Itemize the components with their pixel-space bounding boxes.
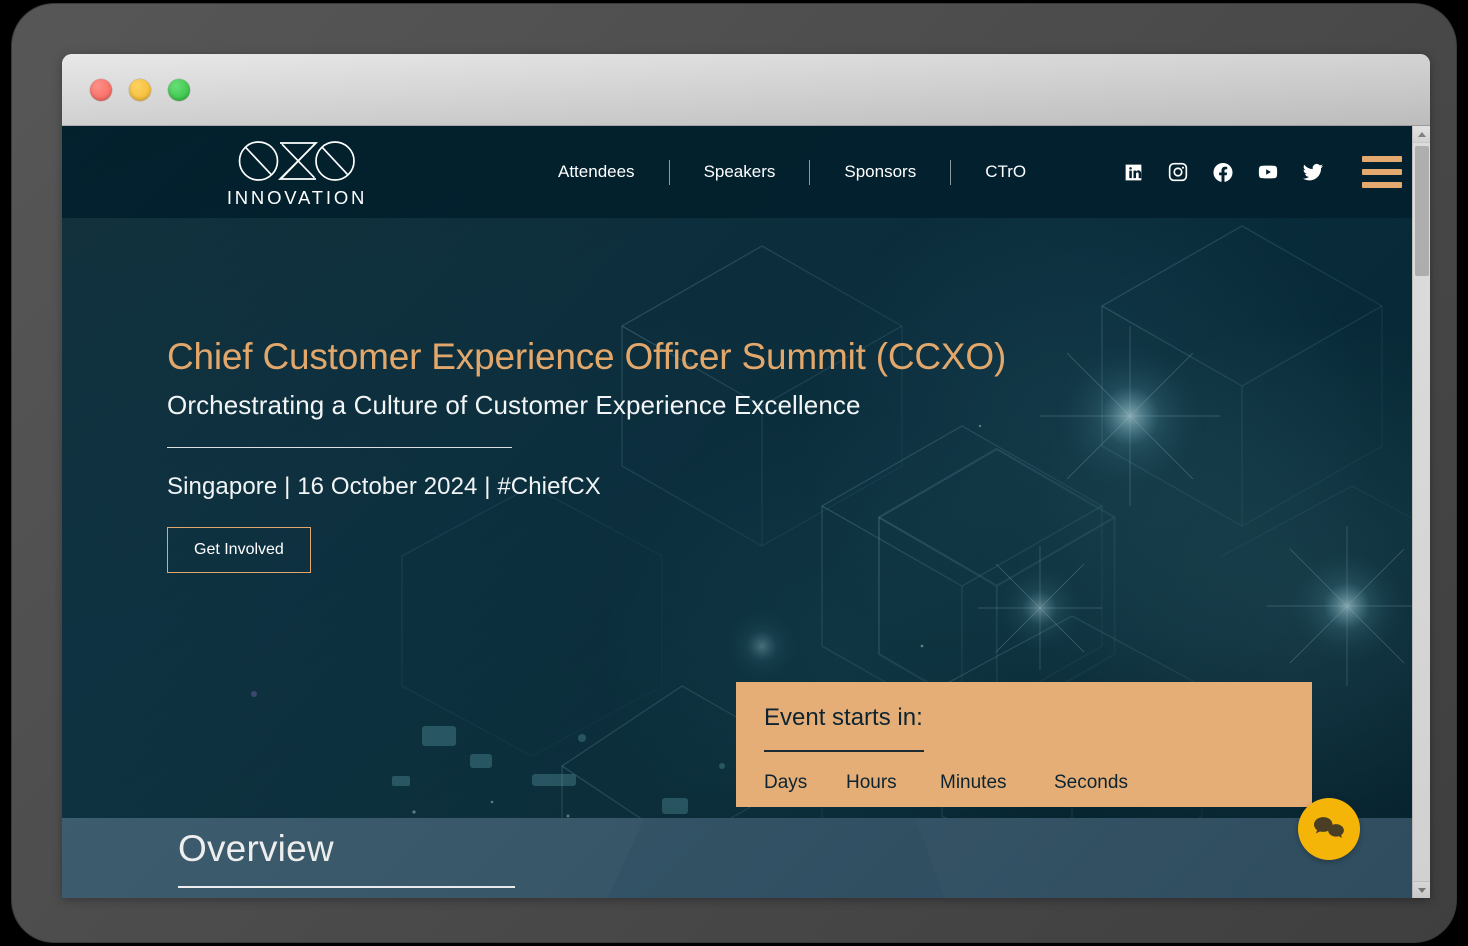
scroll-down-arrow[interactable] [1413,881,1430,898]
hero-event-details: Singapore | 16 October 2024 | #ChiefCX [167,472,601,500]
hamburger-bar [1362,169,1403,175]
browser-viewport: INNOVATION Attendees Speakers Sponsors C… [62,126,1430,898]
vertical-scrollbar[interactable] [1412,126,1430,898]
countdown-label-days: Days [764,771,808,793]
cxo-monogram-icon [238,140,355,181]
window-close-button[interactable] [90,78,112,101]
hero-content: Chief Customer Experience Officer Summit… [62,218,1412,573]
nav-item-attendees[interactable]: Attendees [524,162,669,182]
hero-title: Chief Customer Experience Officer Summit… [167,336,1007,377]
nav-item-ctro[interactable]: CTrO [951,162,1060,182]
chat-widget-button[interactable] [1298,798,1360,860]
countdown-label-hours: Hours [846,771,897,793]
overview-content: Overview [62,818,1412,888]
nav-item-sponsors[interactable]: Sponsors [810,162,950,182]
logo-wordmark: INNOVATION [226,186,368,208]
hamburger-bar [1362,156,1403,162]
countdown-divider [764,750,924,752]
main-navigation: Attendees Speakers Sponsors CTrO [524,159,1060,185]
site-header: INNOVATION Attendees Speakers Sponsors C… [62,126,1412,218]
linkedin-icon[interactable] [1122,161,1144,183]
hero-divider [167,446,512,448]
facebook-icon[interactable] [1212,161,1234,183]
window-zoom-button[interactable] [168,78,190,101]
countdown-panel: Event starts in: Days Hours Minutes Seco… [736,682,1312,807]
countdown-title: Event starts in: [764,704,923,731]
countdown-label-minutes: Minutes [940,771,1007,793]
overview-divider [178,886,515,888]
hamburger-bar [1362,182,1403,188]
twitter-icon[interactable] [1302,161,1324,183]
overview-title: Overview [178,828,334,869]
overview-section: Overview [62,818,1412,898]
device-bezel: INNOVATION Attendees Speakers Sponsors C… [12,4,1456,942]
scrollbar-thumb[interactable] [1415,146,1429,276]
browser-window: INNOVATION Attendees Speakers Sponsors C… [62,54,1430,898]
get-involved-button[interactable]: Get Involved [167,526,311,573]
browser-title-bar [62,54,1430,126]
hero-subtitle: Orchestrating a Culture of Customer Expe… [167,389,861,420]
page-content: INNOVATION Attendees Speakers Sponsors C… [62,126,1412,898]
hamburger-menu-icon[interactable] [1362,156,1403,188]
youtube-icon[interactable] [1257,161,1279,183]
social-links [1122,161,1324,183]
hero-section: INNOVATION Attendees Speakers Sponsors C… [62,126,1412,818]
chat-bubble-icon [1314,817,1344,838]
scroll-up-arrow[interactable] [1413,126,1430,143]
site-logo[interactable]: INNOVATION [162,140,432,209]
nav-item-speakers[interactable]: Speakers [670,162,810,182]
countdown-label-seconds: Seconds [1054,771,1128,793]
window-minimize-button[interactable] [129,78,151,101]
countdown-units: Days Hours Minutes Seconds [764,772,1284,794]
instagram-icon[interactable] [1167,161,1189,183]
